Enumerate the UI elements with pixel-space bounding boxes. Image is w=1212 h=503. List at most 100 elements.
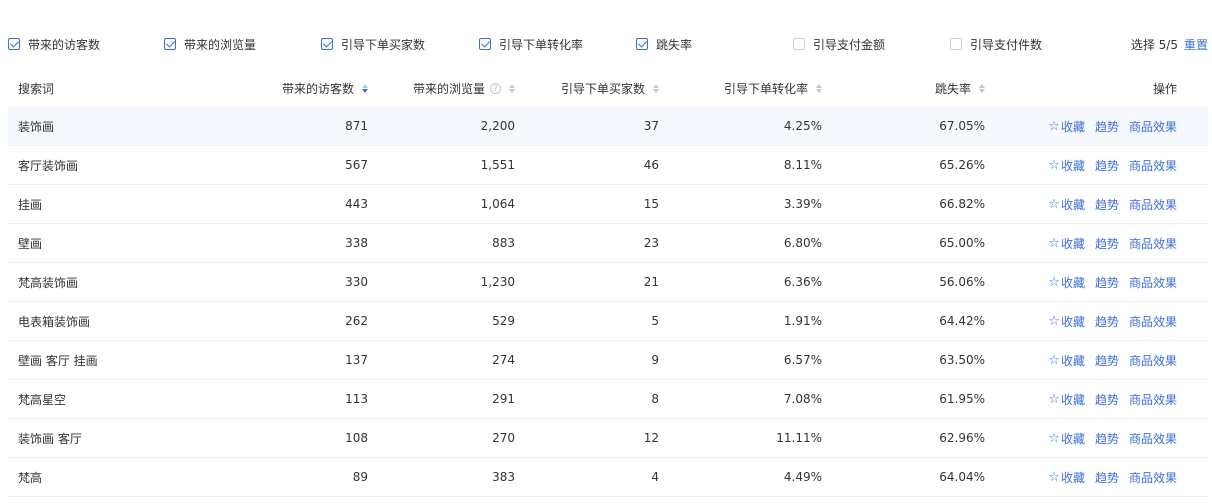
header-actions: 操作 (1152, 81, 1177, 96)
table-body: 装饰画 871 2,200 37 4.25% 67.05% ☆ 收藏 趋势 商品效… (8, 107, 1208, 497)
trend-link[interactable]: 趋势 (1095, 469, 1119, 486)
trend-link[interactable]: 趋势 (1095, 391, 1119, 408)
checkbox-buyers[interactable]: 引导下单买家数 (321, 37, 426, 52)
keyword-cell: 梵高装饰画 (18, 275, 79, 290)
conversion-cell: 3.39% (783, 197, 822, 211)
favorite-link[interactable]: ☆ 收藏 (1048, 352, 1085, 369)
favorite-link[interactable]: ☆ 收藏 (1048, 274, 1085, 291)
star-icon: ☆ (1048, 352, 1060, 368)
bounce-cell: 65.00% (939, 236, 985, 250)
keyword-cell: 挂画 (18, 197, 43, 212)
header-conversion[interactable]: 引导下单转化率 (659, 80, 822, 97)
star-icon: ☆ (1048, 469, 1060, 485)
favorite-link[interactable]: ☆ 收藏 (1048, 313, 1085, 330)
buyers-cell: 15 (643, 197, 659, 211)
table-row[interactable]: 装饰画 871 2,200 37 4.25% 67.05% ☆ 收藏 趋势 商品效… (8, 107, 1208, 146)
actions-cell: ☆ 收藏 趋势 商品效果 (985, 352, 1193, 369)
header-buyers[interactable]: 引导下单买家数 (515, 80, 659, 97)
product-effect-link[interactable]: 商品效果 (1129, 430, 1177, 447)
product-effect-link[interactable]: 商品效果 (1129, 118, 1177, 135)
visitors-cell: 89 (352, 470, 368, 484)
product-effect-link[interactable]: 商品效果 (1129, 352, 1177, 369)
actions-cell: ☆ 收藏 趋势 商品效果 (985, 157, 1193, 174)
bounce-cell: 63.50% (939, 353, 985, 367)
conversion-cell: 6.57% (783, 353, 822, 367)
buyers-cell: 37 (643, 119, 659, 133)
visitors-cell: 443 (345, 197, 368, 211)
actions-cell: ☆ 收藏 趋势 商品效果 (985, 469, 1193, 486)
trend-link[interactable]: 趋势 (1095, 430, 1119, 447)
buyers-cell: 4 (651, 470, 659, 484)
product-effect-link[interactable]: 商品效果 (1129, 469, 1177, 486)
favorite-link[interactable]: ☆ 收藏 (1048, 430, 1085, 447)
table-row[interactable]: 挂画 443 1,064 15 3.39% 66.82% ☆ 收藏 趋势 商品效果 (8, 185, 1208, 224)
checkbox-label: 引导支付金额 (813, 37, 886, 52)
buyers-cell: 46 (643, 158, 659, 172)
checkbox-label: 带来的访客数 (28, 37, 101, 52)
keyword-cell: 梵高星空 (18, 392, 67, 407)
keyword-cell: 装饰画 (18, 119, 55, 134)
table-row[interactable]: 电表箱装饰画 262 529 5 1.91% 64.42% ☆ 收藏 趋势 商品效… (8, 302, 1208, 341)
checkbox-box[interactable] (793, 38, 805, 50)
header-bounce[interactable]: 跳失率 (822, 80, 985, 97)
keyword-cell: 壁画 客厅 挂画 (18, 353, 98, 368)
visitors-cell: 338 (345, 236, 368, 250)
checkbox-pay-count[interactable]: 引导支付件数 (950, 37, 1042, 52)
conversion-cell: 8.11% (783, 158, 822, 172)
favorite-link[interactable]: ☆ 收藏 (1048, 118, 1085, 135)
actions-cell: ☆ 收藏 趋势 商品效果 (985, 118, 1193, 135)
table-row[interactable]: 壁画 338 883 23 6.80% 65.00% ☆ 收藏 趋势 商品效果 (8, 224, 1208, 263)
checkbox-box[interactable] (8, 38, 20, 50)
product-effect-link[interactable]: 商品效果 (1129, 235, 1177, 252)
favorite-link[interactable]: ☆ 收藏 (1048, 391, 1085, 408)
product-effect-link[interactable]: 商品效果 (1129, 391, 1177, 408)
views-cell: 2,200 (480, 119, 515, 133)
views-cell: 274 (492, 353, 515, 367)
table-row[interactable]: 梵高装饰画 330 1,230 21 6.36% 56.06% ☆ 收藏 趋势 商… (8, 263, 1208, 302)
header-conversion-label: 引导下单转化率 (723, 81, 808, 96)
checkbox-box[interactable] (950, 38, 962, 50)
checkbox-bounce[interactable]: 跳失率 (636, 37, 692, 52)
views-cell: 1,064 (480, 197, 515, 211)
trend-link[interactable]: 趋势 (1095, 313, 1119, 330)
product-effect-link[interactable]: 商品效果 (1129, 313, 1177, 330)
buyers-cell: 21 (643, 275, 659, 289)
reset-button[interactable]: 重置 (1184, 38, 1208, 52)
favorite-link[interactable]: ☆ 收藏 (1048, 196, 1085, 213)
favorite-link[interactable]: ☆ 收藏 (1048, 469, 1085, 486)
checkbox-box[interactable] (479, 38, 491, 50)
favorite-link[interactable]: ☆ 收藏 (1048, 235, 1085, 252)
table-row[interactable]: 梵高星空 113 291 8 7.08% 61.95% ☆ 收藏 趋势 商品效果 (8, 380, 1208, 419)
actions-cell: ☆ 收藏 趋势 商品效果 (985, 430, 1193, 447)
trend-link[interactable]: 趋势 (1095, 352, 1119, 369)
checkbox-conversion[interactable]: 引导下单转化率 (479, 37, 583, 52)
buyers-cell: 8 (651, 392, 659, 406)
checkbox-box[interactable] (164, 38, 176, 50)
table-row[interactable]: 装饰画 客厅 108 270 12 11.11% 62.96% ☆ 收藏 趋势 商… (8, 419, 1208, 458)
product-effect-link[interactable]: 商品效果 (1129, 196, 1177, 213)
buyers-cell: 12 (643, 431, 659, 445)
header-views[interactable]: 带来的浏览量 ? (368, 80, 515, 97)
trend-link[interactable]: 趋势 (1095, 118, 1119, 135)
favorite-link[interactable]: ☆ 收藏 (1048, 157, 1085, 174)
trend-link[interactable]: 趋势 (1095, 196, 1119, 213)
table-header: 搜索词 带来的访客数 带来的浏览量 ? 引导下单买家数 引导下单转化率 跳失率 … (8, 69, 1208, 107)
checkbox-box[interactable] (321, 38, 333, 50)
checkbox-views[interactable]: 带来的浏览量 (164, 37, 256, 52)
checkbox-label: 引导下单买家数 (341, 37, 426, 52)
checkbox-box[interactable] (636, 38, 648, 50)
help-icon[interactable]: ? (490, 82, 501, 94)
trend-link[interactable]: 趋势 (1095, 235, 1119, 252)
header-visitors[interactable]: 带来的访客数 (128, 80, 368, 97)
product-effect-link[interactable]: 商品效果 (1129, 157, 1177, 174)
checkbox-pay-amount[interactable]: 引导支付金额 (793, 37, 886, 52)
table-row[interactable]: 壁画 客厅 挂画 137 274 9 6.57% 63.50% ☆ 收藏 趋势 商… (8, 341, 1208, 380)
trend-link[interactable]: 趋势 (1095, 157, 1119, 174)
table-row[interactable]: 客厅装饰画 567 1,551 46 8.11% 65.26% ☆ 收藏 趋势 商… (8, 146, 1208, 185)
trend-link[interactable]: 趋势 (1095, 274, 1119, 291)
conversion-cell: 7.08% (783, 392, 822, 406)
star-icon: ☆ (1048, 196, 1060, 212)
product-effect-link[interactable]: 商品效果 (1129, 274, 1177, 291)
checkbox-visitors[interactable]: 带来的访客数 (8, 37, 101, 52)
table-row[interactable]: 梵高 89 383 4 4.49% 64.04% ☆ 收藏 趋势 商品效果 (8, 458, 1208, 497)
